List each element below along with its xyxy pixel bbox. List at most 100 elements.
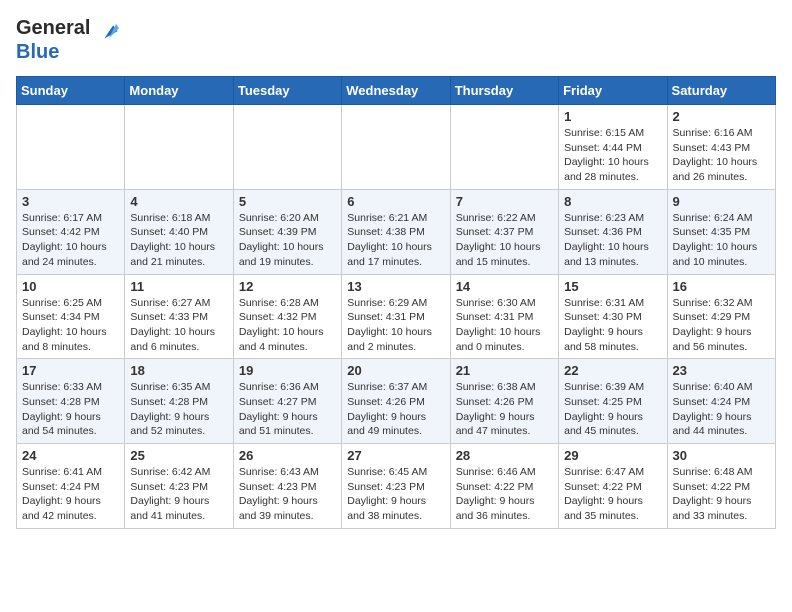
day-info: Sunrise: 6:42 AM Sunset: 4:23 PM Dayligh… bbox=[130, 465, 227, 524]
day-cell-12: 12Sunrise: 6:28 AM Sunset: 4:32 PM Dayli… bbox=[233, 274, 341, 359]
day-cell-empty bbox=[17, 105, 125, 190]
day-number: 25 bbox=[130, 448, 227, 463]
day-number: 27 bbox=[347, 448, 444, 463]
day-cell-30: 30Sunrise: 6:48 AM Sunset: 4:22 PM Dayli… bbox=[667, 444, 775, 529]
week-row-2: 3Sunrise: 6:17 AM Sunset: 4:42 PM Daylig… bbox=[17, 189, 776, 274]
weekday-header-friday: Friday bbox=[559, 77, 667, 105]
day-cell-22: 22 Sunrise: 6:39 AM Sunset: 4:25 PM Dayli… bbox=[559, 359, 667, 444]
day-number: 23 bbox=[673, 363, 770, 378]
day-number: 24 bbox=[22, 448, 119, 463]
day-number: 11 bbox=[130, 279, 227, 294]
day-info: Sunrise: 6:28 AM Sunset: 4:32 PM Dayligh… bbox=[239, 296, 336, 355]
day-number: 3 bbox=[22, 194, 119, 209]
day-cell-15: 15Sunrise: 6:31 AM Sunset: 4:30 PM Dayli… bbox=[559, 274, 667, 359]
day-number: 15 bbox=[564, 279, 661, 294]
day-number: 9 bbox=[673, 194, 770, 209]
day-cell-20: 20 Sunrise: 6:37 AM Sunset: 4:26 PM Dayli… bbox=[342, 359, 450, 444]
logo-blue: Blue bbox=[16, 40, 120, 64]
day-info: Sunrise: 6:30 AM Sunset: 4:31 PM Dayligh… bbox=[456, 296, 553, 355]
day-cell-29: 29 Sunrise: 6:47 AM Sunset: 4:22 PM Dayli… bbox=[559, 444, 667, 529]
day-number: 19 bbox=[239, 363, 336, 378]
day-number: 6 bbox=[347, 194, 444, 209]
day-cell-25: 25 Sunrise: 6:42 AM Sunset: 4:23 PM Dayli… bbox=[125, 444, 233, 529]
day-info: Sunrise: 6:35 AM Sunset: 4:28 PM Dayligh… bbox=[130, 380, 227, 439]
day-number: 2 bbox=[673, 109, 770, 124]
week-row-1: 1Sunrise: 6:15 AM Sunset: 4:44 PM Daylig… bbox=[17, 105, 776, 190]
day-cell-empty bbox=[342, 105, 450, 190]
day-number: 29 bbox=[564, 448, 661, 463]
day-cell-18: 18 Sunrise: 6:35 AM Sunset: 4:28 PM Dayli… bbox=[125, 359, 233, 444]
day-info: Sunrise: 6:43 AM Sunset: 4:23 PM Dayligh… bbox=[239, 465, 336, 524]
day-info: Sunrise: 6:23 AM Sunset: 4:36 PM Dayligh… bbox=[564, 211, 661, 270]
day-cell-28: 28 Sunrise: 6:46 AM Sunset: 4:22 PM Dayli… bbox=[450, 444, 558, 529]
logo: General Blue bbox=[16, 16, 120, 64]
day-info: Sunrise: 6:18 AM Sunset: 4:40 PM Dayligh… bbox=[130, 211, 227, 270]
day-cell-7: 7 Sunrise: 6:22 AM Sunset: 4:37 PM Daylig… bbox=[450, 189, 558, 274]
weekday-header-monday: Monday bbox=[125, 77, 233, 105]
day-cell-6: 6Sunrise: 6:21 AM Sunset: 4:38 PM Daylig… bbox=[342, 189, 450, 274]
week-row-4: 17 Sunrise: 6:33 AM Sunset: 4:28 PM Dayli… bbox=[17, 359, 776, 444]
day-info: Sunrise: 6:22 AM Sunset: 4:37 PM Dayligh… bbox=[456, 211, 553, 270]
day-cell-27: 27Sunrise: 6:45 AM Sunset: 4:23 PM Dayli… bbox=[342, 444, 450, 529]
day-number: 28 bbox=[456, 448, 553, 463]
day-number: 21 bbox=[456, 363, 553, 378]
weekday-header-wednesday: Wednesday bbox=[342, 77, 450, 105]
weekday-header-saturday: Saturday bbox=[667, 77, 775, 105]
day-info: Sunrise: 6:41 AM Sunset: 4:24 PM Dayligh… bbox=[22, 465, 119, 524]
day-info: Sunrise: 6:16 AM Sunset: 4:43 PM Dayligh… bbox=[673, 126, 770, 185]
day-cell-4: 4 Sunrise: 6:18 AM Sunset: 4:40 PM Daylig… bbox=[125, 189, 233, 274]
day-cell-empty bbox=[450, 105, 558, 190]
day-cell-10: 10 Sunrise: 6:25 AM Sunset: 4:34 PM Dayli… bbox=[17, 274, 125, 359]
day-info: Sunrise: 6:20 AM Sunset: 4:39 PM Dayligh… bbox=[239, 211, 336, 270]
day-info: Sunrise: 6:32 AM Sunset: 4:29 PM Dayligh… bbox=[673, 296, 770, 355]
weekday-header-row: SundayMondayTuesdayWednesdayThursdayFrid… bbox=[17, 77, 776, 105]
day-cell-2: 2 Sunrise: 6:16 AM Sunset: 4:43 PM Daylig… bbox=[667, 105, 775, 190]
day-number: 22 bbox=[564, 363, 661, 378]
header: General Blue bbox=[16, 16, 776, 64]
week-row-3: 10 Sunrise: 6:25 AM Sunset: 4:34 PM Dayli… bbox=[17, 274, 776, 359]
day-number: 26 bbox=[239, 448, 336, 463]
day-cell-empty bbox=[233, 105, 341, 190]
logo-text: General bbox=[16, 16, 120, 40]
day-cell-13: 13 Sunrise: 6:29 AM Sunset: 4:31 PM Dayli… bbox=[342, 274, 450, 359]
day-cell-14: 14Sunrise: 6:30 AM Sunset: 4:31 PM Dayli… bbox=[450, 274, 558, 359]
day-info: Sunrise: 6:15 AM Sunset: 4:44 PM Dayligh… bbox=[564, 126, 661, 185]
day-info: Sunrise: 6:25 AM Sunset: 4:34 PM Dayligh… bbox=[22, 296, 119, 355]
day-cell-3: 3Sunrise: 6:17 AM Sunset: 4:42 PM Daylig… bbox=[17, 189, 125, 274]
day-info: Sunrise: 6:47 AM Sunset: 4:22 PM Dayligh… bbox=[564, 465, 661, 524]
day-number: 5 bbox=[239, 194, 336, 209]
calendar: SundayMondayTuesdayWednesdayThursdayFrid… bbox=[16, 76, 776, 529]
weekday-header-tuesday: Tuesday bbox=[233, 77, 341, 105]
day-number: 13 bbox=[347, 279, 444, 294]
day-number: 30 bbox=[673, 448, 770, 463]
weekday-header-thursday: Thursday bbox=[450, 77, 558, 105]
day-number: 7 bbox=[456, 194, 553, 209]
day-cell-1: 1Sunrise: 6:15 AM Sunset: 4:44 PM Daylig… bbox=[559, 105, 667, 190]
day-number: 18 bbox=[130, 363, 227, 378]
day-cell-24: 24 Sunrise: 6:41 AM Sunset: 4:24 PM Dayli… bbox=[17, 444, 125, 529]
day-info: Sunrise: 6:38 AM Sunset: 4:26 PM Dayligh… bbox=[456, 380, 553, 439]
day-info: Sunrise: 6:27 AM Sunset: 4:33 PM Dayligh… bbox=[130, 296, 227, 355]
day-number: 10 bbox=[22, 279, 119, 294]
day-cell-empty bbox=[125, 105, 233, 190]
day-cell-9: 9Sunrise: 6:24 AM Sunset: 4:35 PM Daylig… bbox=[667, 189, 775, 274]
day-cell-17: 17 Sunrise: 6:33 AM Sunset: 4:28 PM Dayli… bbox=[17, 359, 125, 444]
day-info: Sunrise: 6:37 AM Sunset: 4:26 PM Dayligh… bbox=[347, 380, 444, 439]
day-cell-26: 26 Sunrise: 6:43 AM Sunset: 4:23 PM Dayli… bbox=[233, 444, 341, 529]
day-cell-23: 23 Sunrise: 6:40 AM Sunset: 4:24 PM Dayli… bbox=[667, 359, 775, 444]
day-number: 4 bbox=[130, 194, 227, 209]
day-cell-8: 8Sunrise: 6:23 AM Sunset: 4:36 PM Daylig… bbox=[559, 189, 667, 274]
day-number: 16 bbox=[673, 279, 770, 294]
day-cell-19: 19Sunrise: 6:36 AM Sunset: 4:27 PM Dayli… bbox=[233, 359, 341, 444]
day-info: Sunrise: 6:40 AM Sunset: 4:24 PM Dayligh… bbox=[673, 380, 770, 439]
day-info: Sunrise: 6:39 AM Sunset: 4:25 PM Dayligh… bbox=[564, 380, 661, 439]
day-number: 17 bbox=[22, 363, 119, 378]
day-info: Sunrise: 6:33 AM Sunset: 4:28 PM Dayligh… bbox=[22, 380, 119, 439]
logo-icon bbox=[97, 18, 119, 40]
day-info: Sunrise: 6:29 AM Sunset: 4:31 PM Dayligh… bbox=[347, 296, 444, 355]
weekday-header-sunday: Sunday bbox=[17, 77, 125, 105]
day-number: 20 bbox=[347, 363, 444, 378]
day-cell-16: 16 Sunrise: 6:32 AM Sunset: 4:29 PM Dayli… bbox=[667, 274, 775, 359]
day-info: Sunrise: 6:46 AM Sunset: 4:22 PM Dayligh… bbox=[456, 465, 553, 524]
day-cell-5: 5 Sunrise: 6:20 AM Sunset: 4:39 PM Daylig… bbox=[233, 189, 341, 274]
